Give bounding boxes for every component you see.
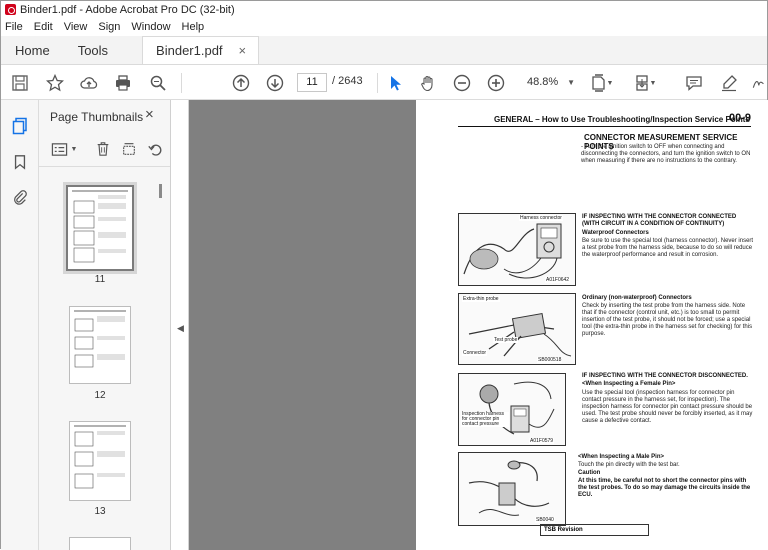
- menu-edit[interactable]: Edit: [34, 21, 53, 33]
- panel-divider: [39, 166, 170, 167]
- panel-scrollbar[interactable]: [159, 184, 162, 198]
- page-fit-dropdown-icon[interactable]: ▼: [605, 73, 615, 93]
- menu-help[interactable]: Help: [182, 21, 205, 33]
- figure-code: A01F0642: [545, 277, 571, 283]
- tsb-revision-box: TSB Revision: [540, 524, 649, 536]
- figure-label: Extra-thin probe: [462, 296, 500, 302]
- zoom-level-select[interactable]: 48.8% ▼: [520, 73, 578, 92]
- collapse-arrow-icon: ◀: [177, 323, 184, 333]
- page-number-input[interactable]: 11: [297, 73, 327, 92]
- thumbnail-label-13: 13: [94, 506, 106, 517]
- page-thumbnails-panel: Page Thumbnails × ▼ 11 12 13: [39, 100, 171, 550]
- hand-tool-icon[interactable]: [418, 73, 438, 93]
- page-header: GENERAL – How to Use Troubleshooting/Ins…: [458, 112, 751, 127]
- figure-harness-connector: Harness connector A01F0642: [458, 213, 576, 286]
- cloud-upload-icon[interactable]: [79, 73, 99, 93]
- thumbnail-page-12[interactable]: [69, 306, 131, 384]
- comment-icon[interactable]: [684, 73, 704, 93]
- toolbar-separator: [181, 73, 182, 93]
- rotate-pages-icon[interactable]: [119, 139, 139, 159]
- thumbnail-page-11[interactable]: [66, 185, 134, 271]
- subheading-female-pin: <When Inspecting a Female Pin>: [582, 381, 676, 387]
- heading-connector-disconnected: IF INSPECTING WITH THE CONNECTOR DISCONN…: [582, 373, 748, 379]
- next-page-icon[interactable]: [265, 73, 285, 93]
- close-tab-icon[interactable]: ×: [238, 43, 246, 58]
- figure-label: Connector: [462, 350, 488, 356]
- select-cursor-icon[interactable]: [385, 73, 405, 93]
- save-icon[interactable]: [10, 73, 30, 93]
- tab-tools[interactable]: Tools: [64, 36, 122, 64]
- menu-view[interactable]: View: [64, 21, 88, 33]
- page-thumbnails-icon[interactable]: [10, 116, 30, 136]
- para-waterproof: Be sure to use the special tool (harness…: [582, 238, 754, 258]
- pdf-page: GENERAL – How to Use Troubleshooting/Ins…: [416, 100, 768, 550]
- subheading-male-pin: <When Inspecting a Male Pin>: [578, 454, 665, 460]
- zoom-in-icon[interactable]: [486, 73, 506, 93]
- figure-inspection-harness: Inspection harness for connector pin con…: [458, 373, 566, 446]
- figure-label: Inspection harness for connector pin con…: [461, 412, 509, 427]
- tab-bar: Home Tools Binder1.pdf ×: [1, 36, 767, 65]
- zoom-level-value: 48.8%: [527, 76, 559, 88]
- figure-label: Harness connector: [519, 215, 563, 221]
- para-caution: At this time, be careful not to short th…: [578, 478, 751, 498]
- acrobat-window: Binder1.pdf - Adobe Acrobat Pro DC (32-b…: [0, 0, 768, 550]
- previous-page-icon[interactable]: [231, 73, 251, 93]
- para-ordinary: Check by inserting the test probe from t…: [582, 303, 753, 337]
- caution-label: Caution: [578, 470, 601, 476]
- figure-code: SB000518: [537, 357, 563, 363]
- delete-page-icon[interactable]: [93, 139, 113, 159]
- document-view[interactable]: GENERAL – How to Use Troubleshooting/Ins…: [189, 100, 768, 550]
- close-panel-icon[interactable]: ×: [145, 106, 154, 123]
- bookmark-star-icon[interactable]: [45, 73, 65, 93]
- chevron-down-icon[interactable]: ▼: [69, 139, 79, 159]
- para-female-pin: Use the special tool (inspection harness…: [582, 390, 753, 424]
- page-header-title: GENERAL – How to Use Troubleshooting/Ins…: [494, 115, 750, 124]
- subheading-waterproof: Waterproof Connectors: [582, 230, 649, 236]
- heading-connector-connected: IF INSPECTING WITH THE CONNECTOR CONNECT…: [582, 214, 737, 227]
- title-bar: Binder1.pdf - Adobe Acrobat Pro DC (32-b…: [1, 1, 767, 18]
- bookmarks-icon[interactable]: [10, 152, 30, 172]
- main-toolbar: 11 / 2643 48.8% ▼ ▼ ▼: [1, 65, 767, 100]
- figure-code: SB0040: [535, 517, 555, 523]
- thumbnail-page-13[interactable]: [69, 421, 131, 501]
- scroll-mode-dropdown-icon[interactable]: ▼: [648, 73, 658, 93]
- subheading-ordinary: Ordinary (non-waterproof) Connectors: [582, 295, 692, 301]
- attachments-icon[interactable]: [10, 187, 30, 207]
- panel-collapse-handle[interactable]: ◀: [171, 100, 189, 550]
- para-male-pin: Touch the pin directly with the test bar…: [578, 462, 680, 468]
- navigation-rail: [1, 100, 39, 550]
- para-ignition: - Turn the ignition switch to OFF when c…: [581, 144, 751, 164]
- tab-document[interactable]: Binder1.pdf ×: [142, 36, 260, 64]
- tab-home[interactable]: Home: [1, 36, 64, 64]
- zoom-out-icon[interactable]: [452, 73, 472, 93]
- panel-toolbar: ▼: [47, 138, 165, 160]
- page-header-number: 00-9: [728, 112, 751, 124]
- print-icon[interactable]: [113, 73, 133, 93]
- document-background: [189, 100, 416, 550]
- menu-file[interactable]: File: [5, 21, 23, 33]
- figure-extra-thin-probe: Extra-thin probe Test probe Connector SB…: [458, 293, 576, 365]
- figure-label: Test probe: [493, 337, 519, 343]
- sign-icon[interactable]: [751, 73, 765, 93]
- chevron-down-icon: ▼: [567, 78, 575, 87]
- thumbnail-page-14[interactable]: [69, 537, 131, 550]
- thumbnail-options-icon[interactable]: [49, 139, 69, 159]
- menu-bar: File Edit View Sign Window Help: [1, 18, 767, 36]
- find-icon[interactable]: [148, 73, 168, 93]
- figure-male-pin: SB0040: [458, 452, 566, 526]
- undo-icon[interactable]: [145, 139, 165, 159]
- menu-sign[interactable]: Sign: [98, 21, 120, 33]
- thumbnail-label-12: 12: [94, 390, 106, 401]
- panel-title: Page Thumbnails: [50, 110, 144, 124]
- page-count: / 2643: [332, 75, 363, 87]
- highlight-icon[interactable]: [719, 73, 739, 93]
- window-title: Binder1.pdf - Adobe Acrobat Pro DC (32-b…: [20, 3, 235, 16]
- tab-document-label: Binder1.pdf: [156, 43, 223, 58]
- menu-window[interactable]: Window: [131, 21, 170, 33]
- figure-code: A01F0579: [529, 438, 555, 444]
- acrobat-logo-icon: [5, 4, 16, 15]
- thumbnail-label-11: 11: [94, 274, 106, 285]
- toolbar-separator: [377, 73, 378, 93]
